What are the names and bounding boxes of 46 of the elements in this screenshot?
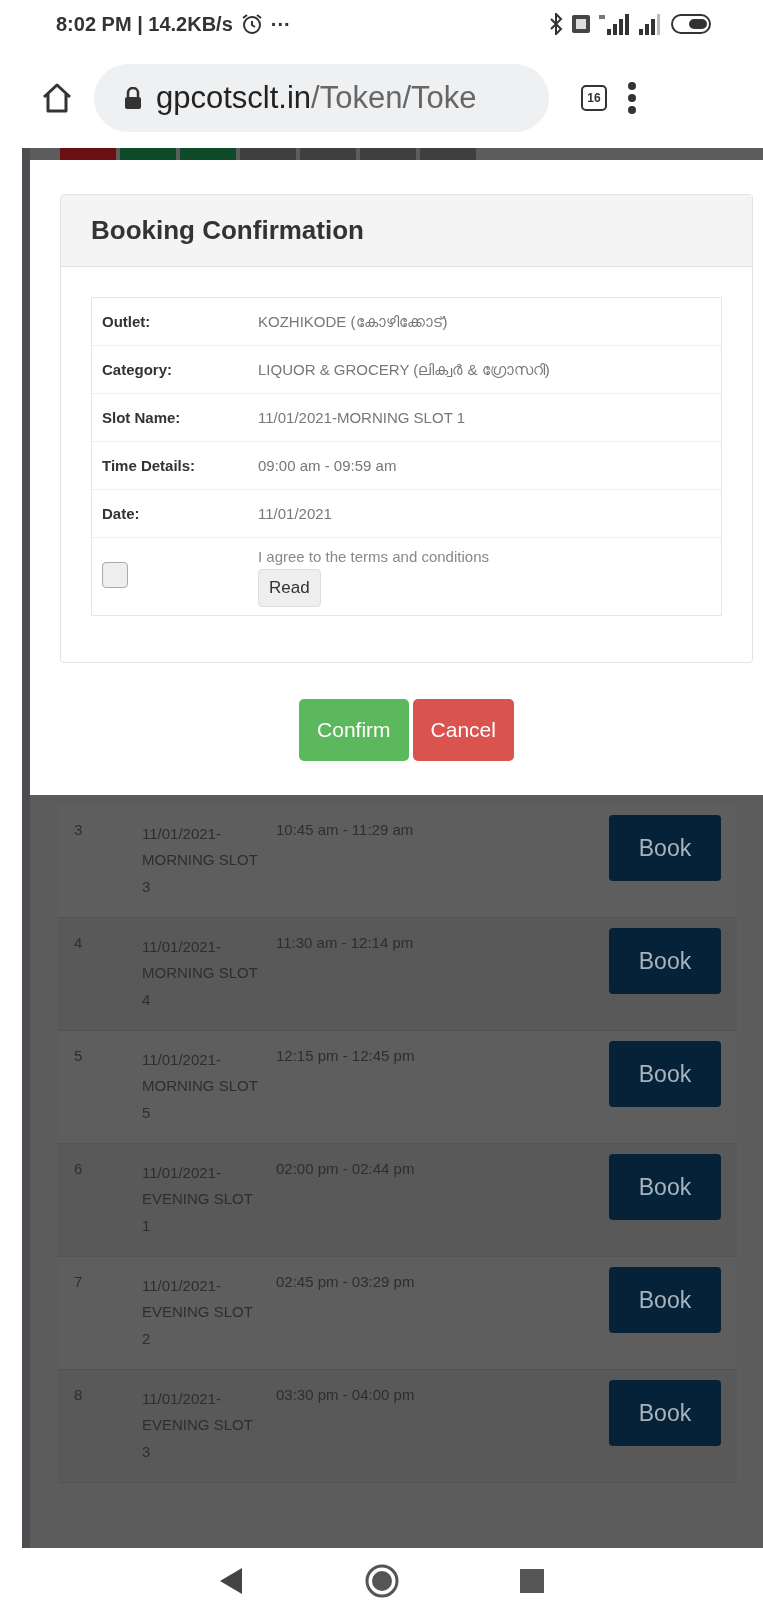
detail-value: 11/01/2021: [258, 505, 332, 522]
book-button[interactable]: Book: [609, 1154, 721, 1220]
signal-icon: [599, 13, 629, 35]
home-icon[interactable]: [40, 81, 74, 115]
page-tab[interactable]: [420, 148, 476, 160]
page-tab[interactable]: [60, 148, 116, 160]
terms-text: I agree to the terms and conditions: [258, 548, 489, 565]
detail-label: Date:: [102, 505, 141, 522]
read-button[interactable]: Read: [258, 569, 321, 607]
detail-label: Category:: [102, 361, 173, 378]
url-host: gpcotsclt.in: [156, 80, 312, 116]
book-button[interactable]: Book: [609, 1041, 721, 1107]
battery-icon: [671, 13, 713, 35]
page-tab[interactable]: [240, 148, 296, 160]
back-icon[interactable]: [219, 1567, 244, 1594]
bluetooth-icon: [549, 13, 563, 35]
detail-value: 11/01/2021-MORNING SLOT 1: [258, 409, 466, 426]
cancel-button[interactable]: Cancel: [412, 699, 514, 761]
book-button[interactable]: Book: [609, 815, 721, 881]
page-tab[interactable]: [180, 148, 236, 160]
sim-card-icon: [571, 14, 591, 34]
detail-value: 09:00 am - 09:59 am: [258, 457, 397, 474]
detail-value: KOZHIKODE (കോഴിക്കോട്): [258, 312, 448, 331]
more-notifications-icon: ···: [270, 14, 291, 34]
page-tab[interactable]: [300, 148, 356, 160]
page-tab[interactable]: [360, 148, 416, 160]
more-menu-icon[interactable]: [627, 81, 637, 115]
detail-label: Outlet:: [102, 313, 152, 330]
detail-value: LIQUOR & GROCERY (ലിക്വർ & ഗ്രോസറി): [258, 360, 550, 379]
tab-count-button[interactable]: 16: [581, 85, 607, 111]
book-button[interactable]: Book: [609, 928, 721, 994]
recents-icon[interactable]: [519, 1568, 544, 1593]
agree-checkbox[interactable]: [102, 562, 128, 588]
detail-label: Slot Name:: [102, 409, 182, 426]
url-path: /Token/Toke: [311, 80, 477, 116]
book-button[interactable]: Book: [609, 1267, 721, 1333]
alarm-icon: [240, 13, 263, 35]
book-button[interactable]: Book: [609, 1380, 721, 1446]
status-time: 8:02 PM | 14.2KB/s: [56, 12, 233, 36]
home-icon[interactable]: [363, 1562, 400, 1599]
page-tab[interactable]: [120, 148, 176, 160]
lock-icon: [124, 87, 142, 109]
signal-icon: [637, 13, 663, 35]
panel-title: Booking Confirmation: [91, 215, 364, 245]
detail-label: Time Details:: [102, 457, 197, 474]
address-bar[interactable]: gpcotsclt.in/Token/Toke: [94, 64, 549, 132]
